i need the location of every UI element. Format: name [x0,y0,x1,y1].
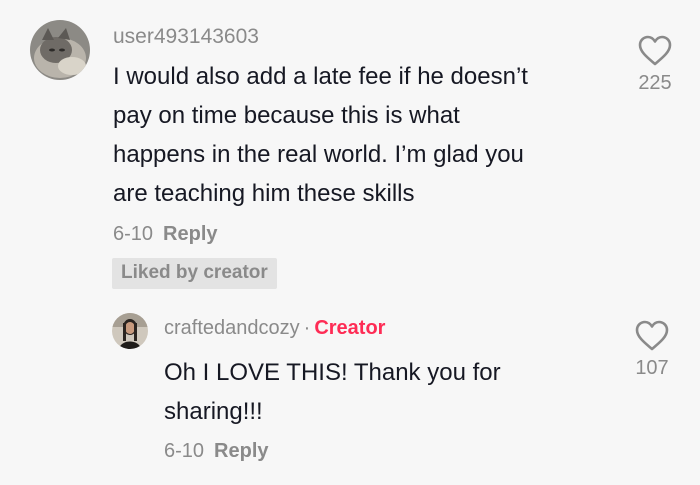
reply-text: Oh I LOVE THIS! Thank you for sharing!!! [164,353,584,431]
reply-username[interactable]: craftedandcozy [164,317,300,339]
comment-text-line: pay on time because this is what [113,102,460,129]
creator-badge: Creator [314,317,386,339]
like-count: 107 [635,357,669,379]
reply-text-line: Oh I LOVE THIS! Thank you for [164,359,501,386]
heart-outline-icon[interactable] [635,320,669,351]
comment-date: 6-10 [113,223,154,245]
person-avatar-icon[interactable] [112,313,148,349]
comment-like: 225 [625,35,685,95]
reply-button[interactable]: Reply [163,223,217,245]
comment-meta: 6-10 Reply [113,223,218,246]
reply-date: 6-10 [164,440,205,462]
like-count: 225 [638,72,672,94]
liked-by-creator-badge: Liked by creator [112,258,277,289]
heart-outline-icon[interactable] [638,35,672,66]
comment-text: I would also add a late fee if he doesn’… [113,57,613,213]
cat-avatar-icon[interactable] [30,20,90,80]
comment-text-line: happens in the real world. I’m glad you [113,141,524,168]
comment-text-line: are teaching him these skills [113,180,415,207]
reply-text-line: sharing!!! [164,398,263,425]
comment-username[interactable]: user493143603 [113,25,259,49]
reply-like: 107 [622,320,682,380]
comment-text-line: I would also add a late fee if he doesn’… [113,63,528,90]
reply-button[interactable]: Reply [214,440,268,462]
reply-username-row: craftedandcozy · Creator [164,317,385,340]
separator-dot: · [303,317,311,339]
reply-meta: 6-10 Reply [164,440,269,463]
